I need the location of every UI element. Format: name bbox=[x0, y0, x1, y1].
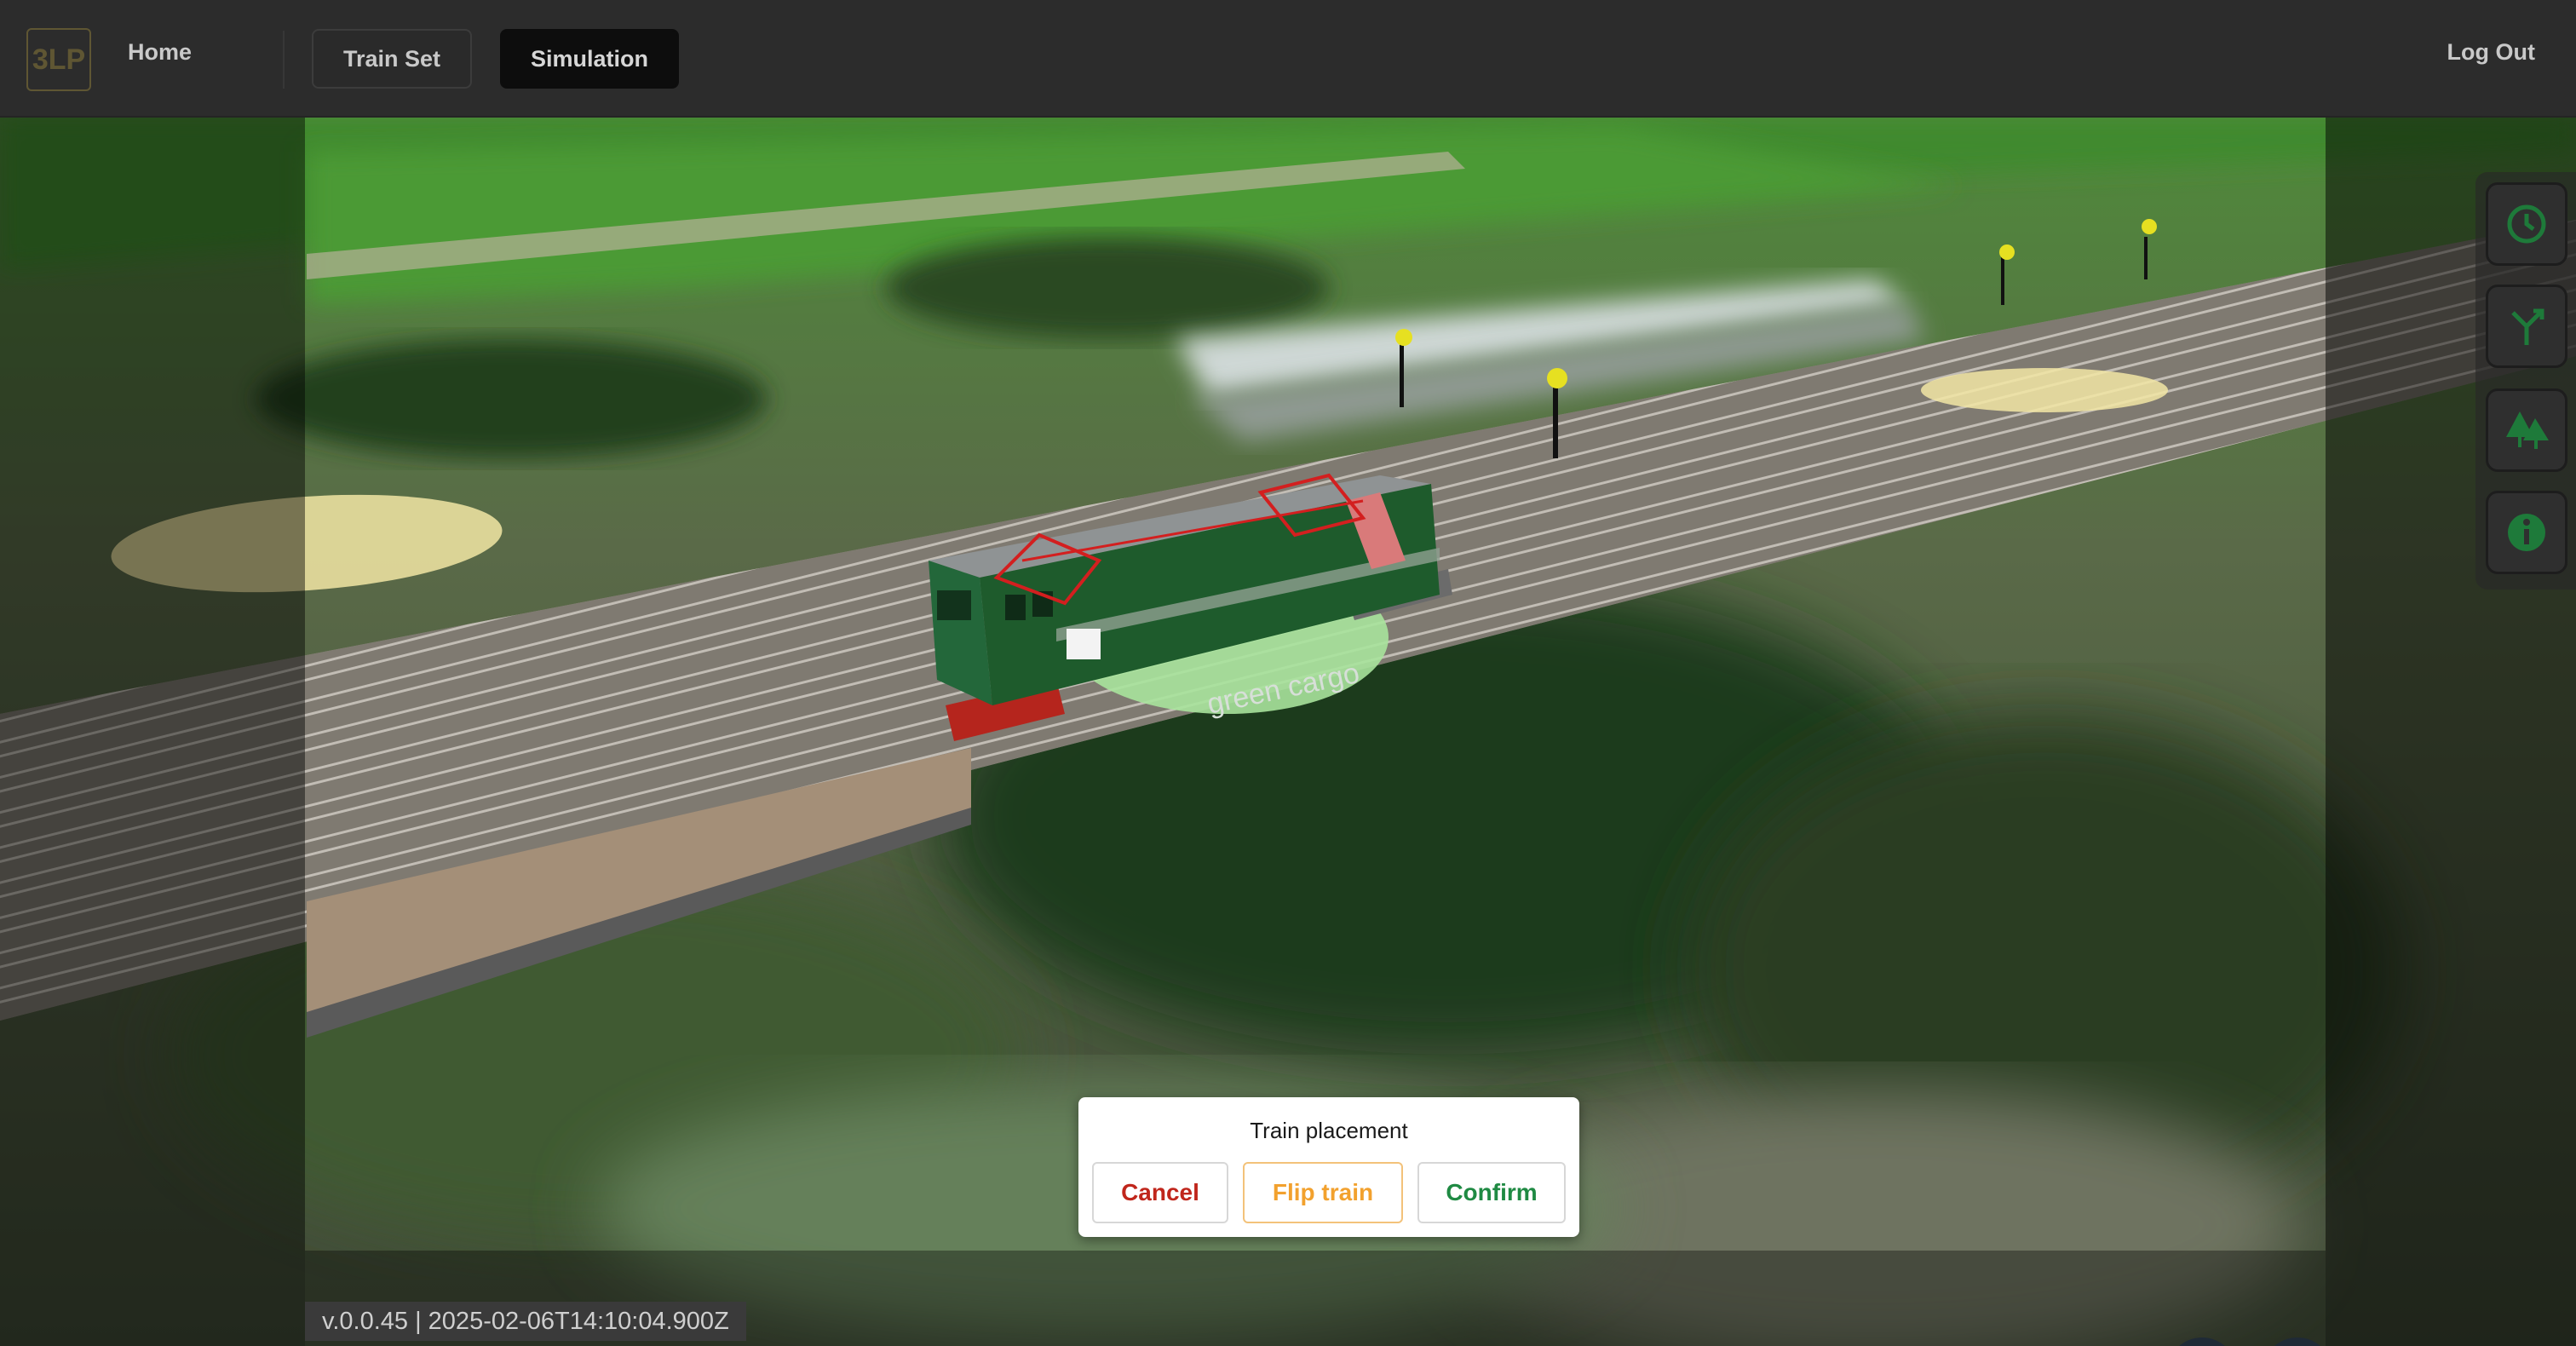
confirm-button[interactable]: Confirm bbox=[1417, 1162, 1566, 1223]
version-label: v.0.0.45 | 2025-02-06T14:10:04.900Z bbox=[305, 1302, 746, 1341]
nav-simulation-button[interactable]: Simulation bbox=[500, 29, 679, 89]
track-switch-icon bbox=[2511, 308, 2544, 345]
nav-train-set-button[interactable]: Train Set bbox=[312, 29, 472, 89]
track-switch-button[interactable] bbox=[2486, 285, 2567, 368]
clock-icon bbox=[2507, 204, 2546, 244]
clock-button[interactable] bbox=[2486, 182, 2567, 266]
flip-train-button[interactable]: Flip train bbox=[1243, 1162, 1403, 1223]
nav-divider bbox=[283, 31, 285, 89]
train-placement-dialog: Train placement Cancel Flip train Confir… bbox=[1078, 1097, 1579, 1237]
cancel-button[interactable]: Cancel bbox=[1092, 1162, 1228, 1223]
trees-icon bbox=[2506, 411, 2549, 449]
info-icon bbox=[2508, 514, 2545, 551]
logout-link[interactable]: Log Out bbox=[2447, 39, 2535, 66]
trees-button[interactable] bbox=[2486, 388, 2567, 472]
app-logo[interactable]: 3LP bbox=[26, 28, 91, 91]
side-controls-panel bbox=[2475, 172, 2576, 590]
dialog-title: Train placement bbox=[1250, 1118, 1408, 1143]
info-button[interactable] bbox=[2486, 491, 2567, 574]
nav-home-link[interactable]: Home bbox=[128, 39, 192, 66]
top-navbar: 3LP Home Train Set Simulation Log Out bbox=[0, 0, 2576, 118]
